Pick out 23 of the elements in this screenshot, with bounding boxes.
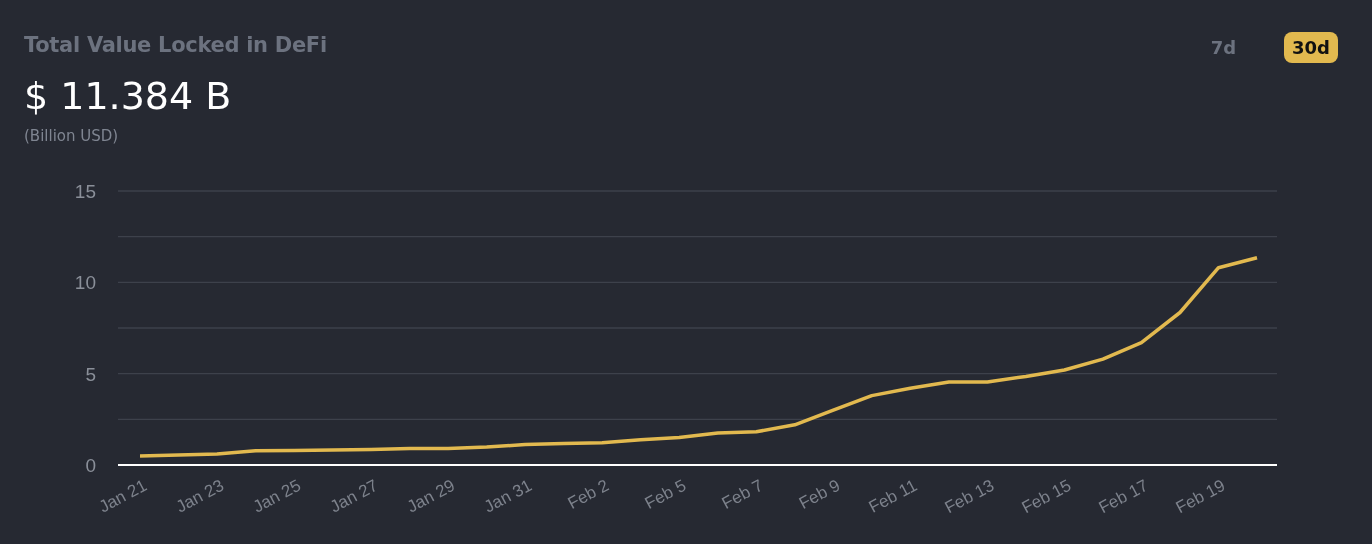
range-tab[interactable]: 30d	[1284, 32, 1338, 63]
x-axis-label: Jan 21	[95, 475, 150, 517]
x-axis-label: Jan 27	[327, 475, 381, 517]
x-axis-label: Feb 7	[718, 475, 767, 513]
x-axis-label: Jan 23	[172, 475, 227, 517]
x-axis-label: Feb 2	[564, 475, 613, 513]
unit-label: (Billion USD)	[24, 126, 120, 148]
x-axis-label: Feb 19	[1172, 475, 1229, 518]
x-axis-label: Feb 13	[941, 475, 998, 518]
total-value: $ 11.384 B	[24, 75, 233, 118]
y-axis-label: 0	[85, 455, 96, 476]
x-axis-label: Feb 15	[1018, 475, 1075, 518]
x-axis-label: Feb 9	[795, 475, 844, 513]
x-axis-label: Jan 25	[249, 475, 304, 517]
chart-title: Total Value Locked in DeFi	[24, 32, 327, 59]
x-axis-label: Feb 17	[1095, 475, 1152, 518]
x-axis-label: Feb 11	[865, 475, 921, 517]
y-axis-label: 15	[74, 181, 96, 202]
x-axis-label: Feb 5	[641, 475, 690, 513]
x-axis-label: Jan 31	[481, 475, 536, 517]
x-axis-label: Jan 29	[404, 475, 458, 517]
y-axis-label: 10	[74, 272, 96, 294]
y-axis-label: 5	[85, 363, 96, 385]
